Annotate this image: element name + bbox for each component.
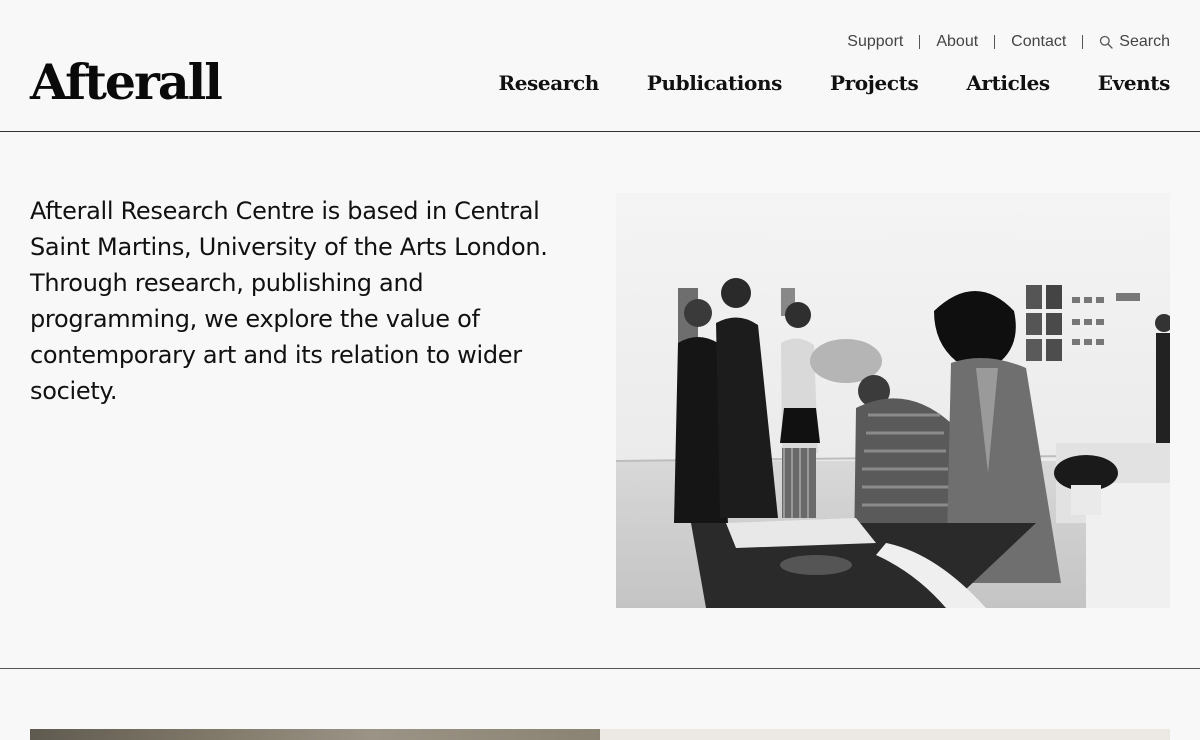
intro-section: Afterall Research Centre is based in Cen… [0,132,1200,669]
teaser-image-left[interactable] [30,729,600,740]
site-header: Afterall Support About Contact Search Re… [0,0,1200,132]
nav-link-contact[interactable]: Contact [1011,33,1066,51]
site-logo[interactable]: Afterall [30,52,223,112]
divider [994,35,996,49]
nav-research[interactable]: Research [499,71,600,95]
utility-nav: Support About Contact Search [847,30,1170,54]
divider [1082,35,1084,49]
search-label: Search [1119,33,1170,50]
nav-events[interactable]: Events [1098,71,1171,95]
divider [919,35,921,49]
main-nav: Research Publications Projects Articles … [499,71,1171,95]
hero-photo[interactable] [616,193,1170,608]
teaser-image-right[interactable] [600,729,1170,740]
nav-publications[interactable]: Publications [647,71,782,95]
nav-articles[interactable]: Articles [966,71,1050,95]
search-button[interactable]: Search [1099,33,1170,51]
nav-link-about[interactable]: About [936,33,978,51]
intro-text: Afterall Research Centre is based in Cen… [30,197,548,405]
nav-projects[interactable]: Projects [830,71,919,95]
nav-link-support[interactable]: Support [847,33,903,51]
search-icon [1099,35,1113,49]
